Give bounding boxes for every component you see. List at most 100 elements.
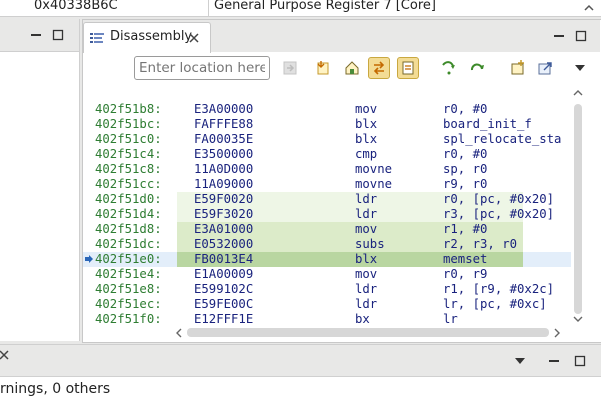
instruction-operands: lr, [pc, #0xc] bbox=[443, 297, 547, 311]
instruction-operands: r0, [pc, #0x20] bbox=[443, 192, 555, 206]
instruction-address: 402f51e0: bbox=[95, 252, 162, 266]
minimize-icon[interactable] bbox=[551, 28, 567, 44]
view-menu-icon[interactable] bbox=[512, 353, 528, 369]
disassembly-listing[interactable]: 402f51b8: E3A00000 mov r0, #0 402f51bc: FAFFF… bbox=[83, 86, 571, 326]
new-view-icon[interactable] bbox=[507, 57, 529, 79]
instruction-address: 402f51c8: bbox=[95, 162, 162, 176]
disassembly-row[interactable]: 402f51b8: E3A00000 mov r0, #0 bbox=[83, 102, 571, 117]
instruction-operands: sp, r0 bbox=[443, 162, 488, 176]
tab-bar: Disassembly bbox=[83, 20, 600, 53]
instruction-opcode: E12FFF1E bbox=[194, 312, 254, 326]
instruction-opcode: 11A0D000 bbox=[194, 162, 254, 176]
instruction-mnemonic: ldr bbox=[355, 282, 378, 296]
instruction-opcode: E3A00000 bbox=[194, 102, 254, 116]
scroll-up-icon[interactable] bbox=[581, 0, 597, 16]
disassembly-row[interactable]: 402f51ec: E59FE00C ldr lr, [pc, #0xc] bbox=[83, 297, 571, 312]
column-divider bbox=[208, 0, 209, 16]
tab-disassembly[interactable]: Disassembly bbox=[83, 22, 211, 53]
instruction-opcode: E599102C bbox=[194, 282, 254, 296]
instruction-mnemonic: blx bbox=[355, 132, 378, 146]
link-with-active-context-toggle[interactable] bbox=[368, 57, 390, 79]
disassembly-row[interactable]: 402f51d0: E59F0020 ldr r0, [pc, #0x20] bbox=[83, 192, 571, 207]
instruction-address: 402f51cc: bbox=[95, 177, 162, 191]
disassembly-row[interactable]: 402f51e0: FB0013E4 blx memset bbox=[83, 252, 571, 267]
instruction-address: 402f51e8: bbox=[95, 282, 162, 296]
instruction-address: 402f51f0: bbox=[95, 312, 162, 326]
instruction-operands: r1, #0 bbox=[443, 222, 488, 236]
disassembly-row[interactable]: 402f51d8: E3A01000 mov r1, #0 bbox=[83, 222, 571, 237]
registers-strip: 0x40338B6C General Purpose Register 7 [C… bbox=[0, 0, 601, 17]
refresh-icon[interactable] bbox=[466, 57, 488, 79]
instruction-mnemonic: mov bbox=[355, 102, 378, 116]
instruction-opcode: FA00035E bbox=[194, 132, 254, 146]
disassembly-row[interactable]: 402f51e8: E599102C ldr r1, [r9, #0x2c] bbox=[83, 282, 571, 297]
disassembly-row[interactable]: 402f51d4: E59F3020 ldr r3, [pc, #0x20] bbox=[83, 207, 571, 222]
instruction-opcode: E3500000 bbox=[194, 147, 254, 161]
disassembly-row[interactable]: 402f51f0: E12FFF1E bx lr bbox=[83, 312, 571, 326]
instruction-mnemonic: ldr bbox=[355, 297, 378, 311]
bottom-panel: rnings, 0 others bbox=[0, 344, 601, 407]
instruction-address: 402f51c4: bbox=[95, 147, 162, 161]
disassembly-row[interactable]: 402f51bc: FAFFFE88 blx board_init_f bbox=[83, 117, 571, 132]
minimize-icon[interactable] bbox=[546, 353, 562, 369]
instruction-mnemonic: ldr bbox=[355, 207, 378, 221]
instruction-opcode: FB0013E4 bbox=[194, 252, 254, 266]
instruction-operands: r2, r3, r0 bbox=[443, 237, 518, 251]
instruction-opcode: E3A01000 bbox=[194, 222, 254, 236]
pin-view-icon[interactable] bbox=[534, 57, 556, 79]
maximize-icon[interactable] bbox=[573, 28, 589, 44]
disassembly-row[interactable]: 402f51c0: FA00035E blx spl_relocate_sta bbox=[83, 132, 571, 147]
instruction-address: 402f51ec: bbox=[95, 297, 162, 311]
disassembly-row[interactable]: 402f51c8: 11A0D000 movne sp, r0 bbox=[83, 162, 571, 177]
instruction-operands: lr bbox=[443, 312, 458, 326]
instruction-mnemonic: mov bbox=[355, 267, 378, 281]
instruction-operands: spl_relocate_sta bbox=[443, 132, 562, 146]
instruction-opcode: E1A00009 bbox=[194, 267, 254, 281]
instruction-operands: memset bbox=[443, 252, 488, 266]
instruction-address: 402f51d4: bbox=[95, 207, 162, 221]
bottom-panel-header bbox=[0, 345, 601, 377]
minimize-icon[interactable] bbox=[28, 27, 44, 43]
instruction-address: 402f51d0: bbox=[95, 192, 162, 206]
disassembly-row[interactable]: 402f51c4: E3500000 cmp r0, #0 bbox=[83, 147, 571, 162]
view-menu-icon[interactable] bbox=[569, 57, 591, 79]
maximize-icon[interactable] bbox=[572, 353, 588, 369]
location-input[interactable] bbox=[134, 56, 270, 80]
instruction-address: 402f51c0: bbox=[95, 132, 162, 146]
vertical-scroll-thumb[interactable] bbox=[574, 104, 582, 314]
problems-summary: rnings, 0 others bbox=[0, 381, 111, 397]
instruction-mnemonic: blx bbox=[355, 252, 378, 266]
instruction-mnemonic: bx bbox=[355, 312, 370, 326]
home-icon[interactable] bbox=[341, 57, 363, 79]
disassembly-view: Disassembly Enter location here 402f51b8… bbox=[82, 19, 601, 343]
instruction-operands: r3, [pc, #0x20] bbox=[443, 207, 555, 221]
instruction-mnemonic: blx bbox=[355, 117, 378, 131]
register-value[interactable]: 0x40338B6C bbox=[34, 0, 118, 13]
instruction-opcode: E59FE00C bbox=[194, 297, 254, 311]
instruction-address: 402f51e4: bbox=[95, 267, 162, 281]
disassembly-icon bbox=[90, 32, 104, 44]
instruction-operands: r0, #0 bbox=[443, 147, 488, 161]
show-source-toggle[interactable] bbox=[397, 57, 419, 79]
instruction-address: 402f51dc: bbox=[95, 237, 162, 251]
disassembly-row[interactable]: 402f51e4: E1A00009 mov r0, r9 bbox=[83, 267, 571, 282]
instruction-address: 402f51b8: bbox=[95, 102, 162, 116]
maximize-icon[interactable] bbox=[50, 27, 66, 43]
go-to-location-icon[interactable] bbox=[279, 57, 301, 79]
instruction-operands: r0, #0 bbox=[443, 102, 488, 116]
instruction-opcode: E59F3020 bbox=[194, 207, 254, 221]
instruction-mnemonic: mov bbox=[355, 222, 378, 236]
disassembly-row[interactable]: 402f51dc: E0532000 subs r2, r3, r0 bbox=[83, 237, 571, 252]
step-into-icon[interactable] bbox=[438, 57, 460, 79]
go-to-pc-icon[interactable] bbox=[313, 57, 335, 79]
instruction-mnemonic: movne bbox=[355, 177, 393, 191]
horizontal-scroll-thumb[interactable] bbox=[187, 328, 549, 337]
disassembly-row[interactable]: 402f51cc: 11A09000 movne r9, r0 bbox=[83, 177, 571, 192]
left-view bbox=[0, 19, 80, 341]
instruction-mnemonic: movne bbox=[355, 162, 393, 176]
close-tab-icon[interactable] bbox=[0, 349, 10, 365]
instruction-opcode: E0532000 bbox=[194, 237, 254, 251]
instruction-mnemonic: ldr bbox=[355, 192, 378, 206]
close-tab-icon[interactable] bbox=[188, 28, 200, 48]
register-description[interactable]: General Purpose Register 7 [Core] bbox=[214, 0, 436, 13]
